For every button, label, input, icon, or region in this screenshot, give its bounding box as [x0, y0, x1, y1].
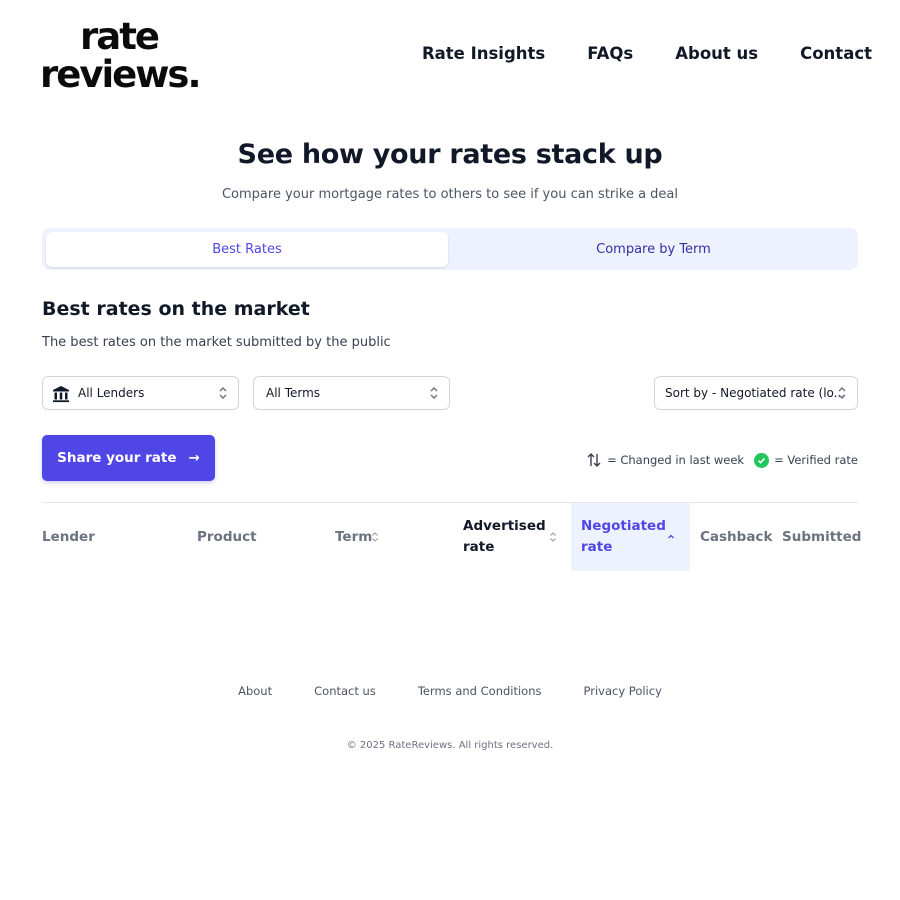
- column-header-term[interactable]: Term: [335, 503, 455, 571]
- main-nav: Rate Insights FAQs About us Contact: [422, 44, 872, 63]
- footer-link-privacy[interactable]: Privacy Policy: [584, 684, 662, 698]
- verified-check-icon: [754, 452, 770, 468]
- legend-changed-text: = Changed in last week: [607, 453, 745, 467]
- section-title: Best rates on the market: [42, 298, 310, 320]
- footer-links: About Contact us Terms and Conditions Pr…: [0, 684, 900, 698]
- swap-vertical-icon: [587, 453, 601, 467]
- page-subtitle: Compare your mortgage rates to others to…: [221, 187, 678, 202]
- footer-link-contact[interactable]: Contact us: [314, 684, 376, 698]
- term-select[interactable]: All Terms: [253, 376, 450, 410]
- term-select-value: All Terms: [266, 386, 321, 400]
- logo[interactable]: rate reviews.: [40, 15, 202, 93]
- nav-faqs[interactable]: FAQs: [587, 44, 633, 63]
- column-header-lender[interactable]: Lender: [42, 503, 192, 571]
- copyright: © 2025 RateReviews. All rights reserved.: [346, 740, 554, 751]
- chevron-up-down-icon: [430, 387, 438, 399]
- column-header-submitted[interactable]: Submitted: [782, 503, 861, 571]
- section-subtitle: The best rates on the market submitted b…: [42, 335, 391, 350]
- sort-icon: [550, 532, 556, 542]
- tab-compare-by-term[interactable]: Compare by Term: [451, 232, 856, 267]
- lender-select[interactable]: All Lenders: [42, 376, 239, 410]
- legend-verified-text: = Verified rate: [774, 453, 858, 467]
- column-header-advertised-rate[interactable]: Advertised rate: [463, 503, 556, 571]
- nav-contact[interactable]: Contact: [800, 44, 872, 63]
- chevron-up-icon: [668, 534, 674, 539]
- footer-link-about[interactable]: About: [238, 684, 272, 698]
- nav-rate-insights[interactable]: Rate Insights: [422, 44, 545, 63]
- column-header-negotiated-rate[interactable]: Negotiated rate: [571, 503, 690, 571]
- lender-select-value: All Lenders: [78, 386, 145, 400]
- logo-line-1: rate: [80, 15, 160, 58]
- column-header-product[interactable]: Product: [197, 503, 327, 571]
- footer-link-terms[interactable]: Terms and Conditions: [418, 684, 542, 698]
- tab-best-rates[interactable]: Best Rates: [46, 232, 448, 267]
- share-your-rate-button[interactable]: Share your rate →: [42, 435, 215, 481]
- sort-select[interactable]: Sort by - Negotiated rate (lo...: [654, 376, 858, 410]
- legend: = Changed in last week = Verified rate: [586, 452, 858, 468]
- view-tabs: Best Rates Compare by Term: [42, 228, 858, 270]
- logo-line-2: reviews.: [40, 53, 202, 96]
- chevron-up-down-icon: [219, 387, 227, 399]
- share-button-label: Share your rate: [57, 450, 177, 466]
- arrow-right-icon: →: [188, 450, 200, 466]
- sort-select-value: Sort by - Negotiated rate (lo...: [665, 386, 846, 400]
- rates-table-header: Lender Product Term Advertised rate Nego…: [42, 502, 861, 571]
- sort-icon: [372, 532, 378, 542]
- bank-icon: [53, 386, 69, 403]
- nav-about-us[interactable]: About us: [675, 44, 758, 63]
- page-title: See how your rates stack up: [237, 139, 663, 170]
- chevron-up-down-icon: [838, 387, 846, 399]
- column-header-cashback[interactable]: Cashback: [700, 503, 775, 571]
